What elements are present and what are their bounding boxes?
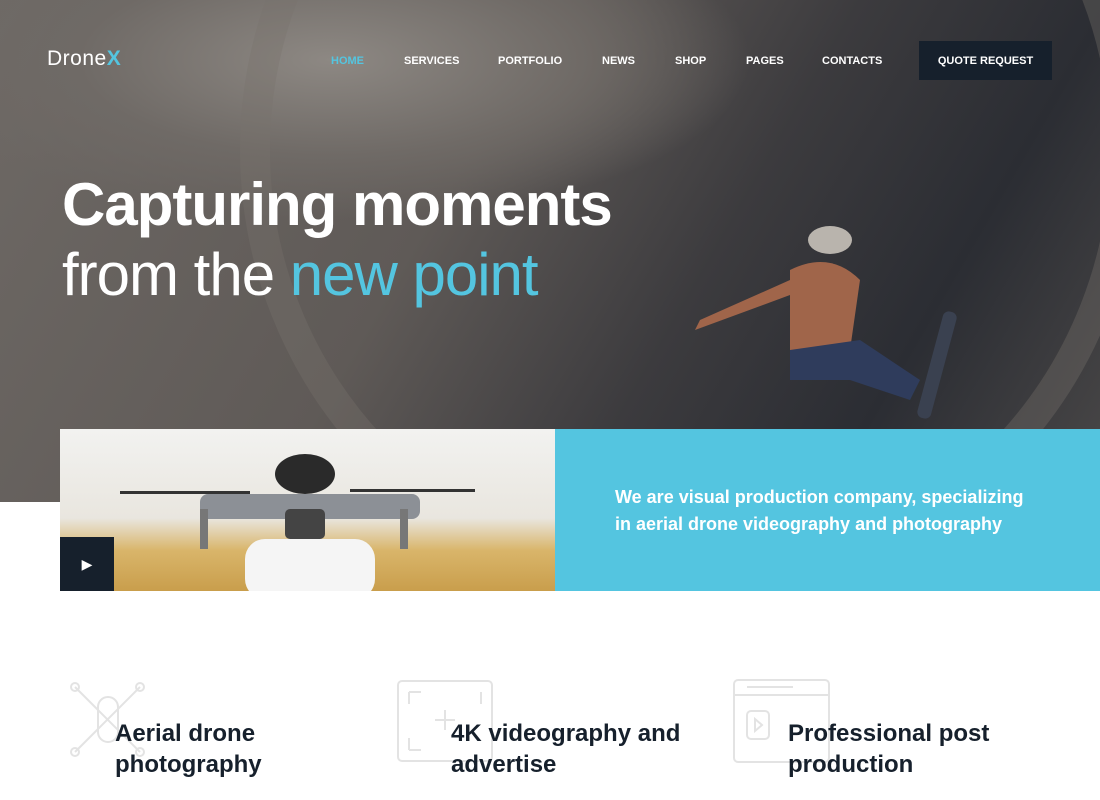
nav-portfolio[interactable]: PORTFOLIO (498, 55, 562, 67)
skater-image (695, 226, 957, 419)
intro-panel: We are visual production company, specia… (555, 429, 1100, 591)
logo-accent: X (106, 47, 122, 70)
feature-aerial-photography: Aerial drone photography (115, 720, 262, 778)
nav-contacts[interactable]: CONTACTS (822, 55, 882, 67)
hero-title-accent: new point (289, 241, 539, 308)
play-button[interactable]: ▶ (60, 537, 114, 591)
nav-home[interactable]: HOME (331, 55, 364, 67)
play-icon: ▶ (81, 555, 93, 572)
drone-video-thumbnail[interactable]: ▶ (60, 429, 555, 591)
drone-photo-image (120, 454, 475, 591)
quote-request-button[interactable]: QUOTE REQUEST (919, 41, 1052, 80)
hero-title-light: from the (62, 241, 290, 308)
feature-post-production: Professional post production (788, 720, 990, 778)
intro-text: We are visual production company, specia… (615, 487, 1024, 534)
hero-title-line1: Capturing moments (62, 171, 613, 238)
nav-news[interactable]: NEWS (602, 55, 635, 67)
logo-text: Drone (47, 47, 107, 70)
nav-services[interactable]: SERVICES (404, 55, 459, 67)
nav-shop[interactable]: SHOP (675, 55, 706, 67)
logo[interactable]: DroneX (47, 47, 121, 71)
nav-pages[interactable]: PAGES (746, 55, 784, 67)
hero-title-line2: from the new point (62, 240, 539, 309)
feature-4k-videography: 4K videography and advertise (451, 720, 681, 778)
